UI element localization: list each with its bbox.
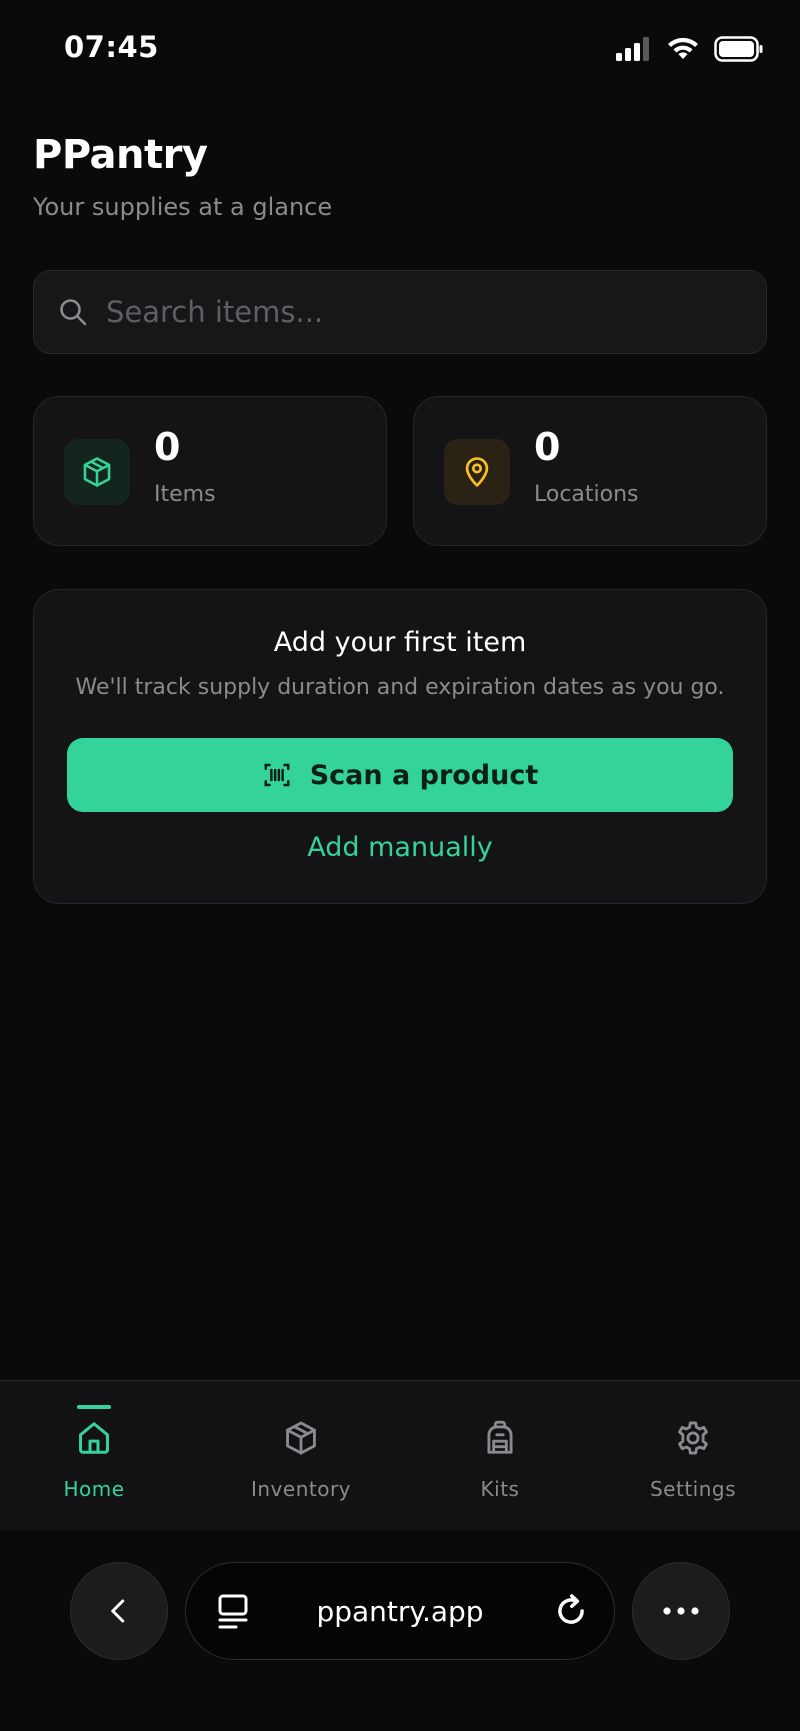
app-title: PPantry xyxy=(33,132,208,178)
gear-icon xyxy=(678,1421,708,1455)
nav-label-inventory: Inventory xyxy=(250,1477,352,1501)
status-time: 07:45 xyxy=(64,30,159,64)
nav-label-kits: Kits xyxy=(480,1477,520,1501)
scan-product-button[interactable]: Scan a product xyxy=(67,738,733,812)
stat-value-items: 0 xyxy=(154,425,181,469)
stat-label-items: Items xyxy=(154,482,216,507)
chevron-left-icon xyxy=(111,1599,125,1623)
search-input[interactable] xyxy=(106,295,706,329)
more-horizontal-icon xyxy=(663,1607,699,1615)
stat-value-locations: 0 xyxy=(534,425,561,469)
empty-state-title: Add your first item xyxy=(273,627,527,658)
cellular-signal-icon xyxy=(616,37,649,61)
stat-card-items[interactable]: 0 Items xyxy=(33,396,387,546)
nav-item-settings[interactable]: Settings xyxy=(593,1381,793,1531)
wifi-icon xyxy=(668,37,698,59)
search-box[interactable] xyxy=(33,270,767,354)
stat-icon-locations xyxy=(444,439,510,505)
browser-toolbar: ppantry.app xyxy=(0,1530,800,1731)
browser-url-bar[interactable]: ppantry.app xyxy=(185,1562,615,1660)
stat-label-locations: Locations xyxy=(534,482,639,507)
stat-icon-items xyxy=(64,439,130,505)
home-icon xyxy=(79,1422,109,1454)
status-bar: 07:45 xyxy=(0,0,800,100)
nav-item-kits[interactable]: Kits xyxy=(400,1381,600,1531)
browser-back-button[interactable] xyxy=(70,1562,168,1660)
barcode-scan-icon xyxy=(264,763,290,787)
search-icon xyxy=(60,299,87,326)
backpack-icon xyxy=(487,1420,513,1454)
nav-item-home[interactable]: Home xyxy=(0,1381,194,1531)
stat-card-locations[interactable]: 0 Locations xyxy=(413,396,767,546)
browser-more-button[interactable] xyxy=(632,1562,730,1660)
add-manually-link[interactable]: Add manually xyxy=(34,832,766,863)
nav-item-inventory[interactable]: Inventory xyxy=(201,1381,401,1531)
battery-icon xyxy=(714,36,763,62)
empty-state-card: Add your first item We'll track supply d… xyxy=(33,589,767,904)
app-subtitle: Your supplies at a glance xyxy=(33,193,333,221)
nav-label-home: Home xyxy=(63,1477,125,1501)
empty-state-description: We'll track supply duration and expirati… xyxy=(75,675,725,700)
map-pin-icon xyxy=(465,457,489,487)
nav-active-indicator xyxy=(77,1405,111,1409)
box-icon xyxy=(83,457,111,487)
scan-product-label: Scan a product xyxy=(309,759,539,791)
reload-icon[interactable] xyxy=(552,1591,590,1631)
bottom-nav: Home Inventory Kits Settings xyxy=(0,1380,800,1530)
browser-url-text: ppantry.app xyxy=(316,1595,484,1628)
status-icons xyxy=(616,36,764,62)
box-icon xyxy=(286,1421,316,1455)
nav-label-settings: Settings xyxy=(649,1477,737,1501)
